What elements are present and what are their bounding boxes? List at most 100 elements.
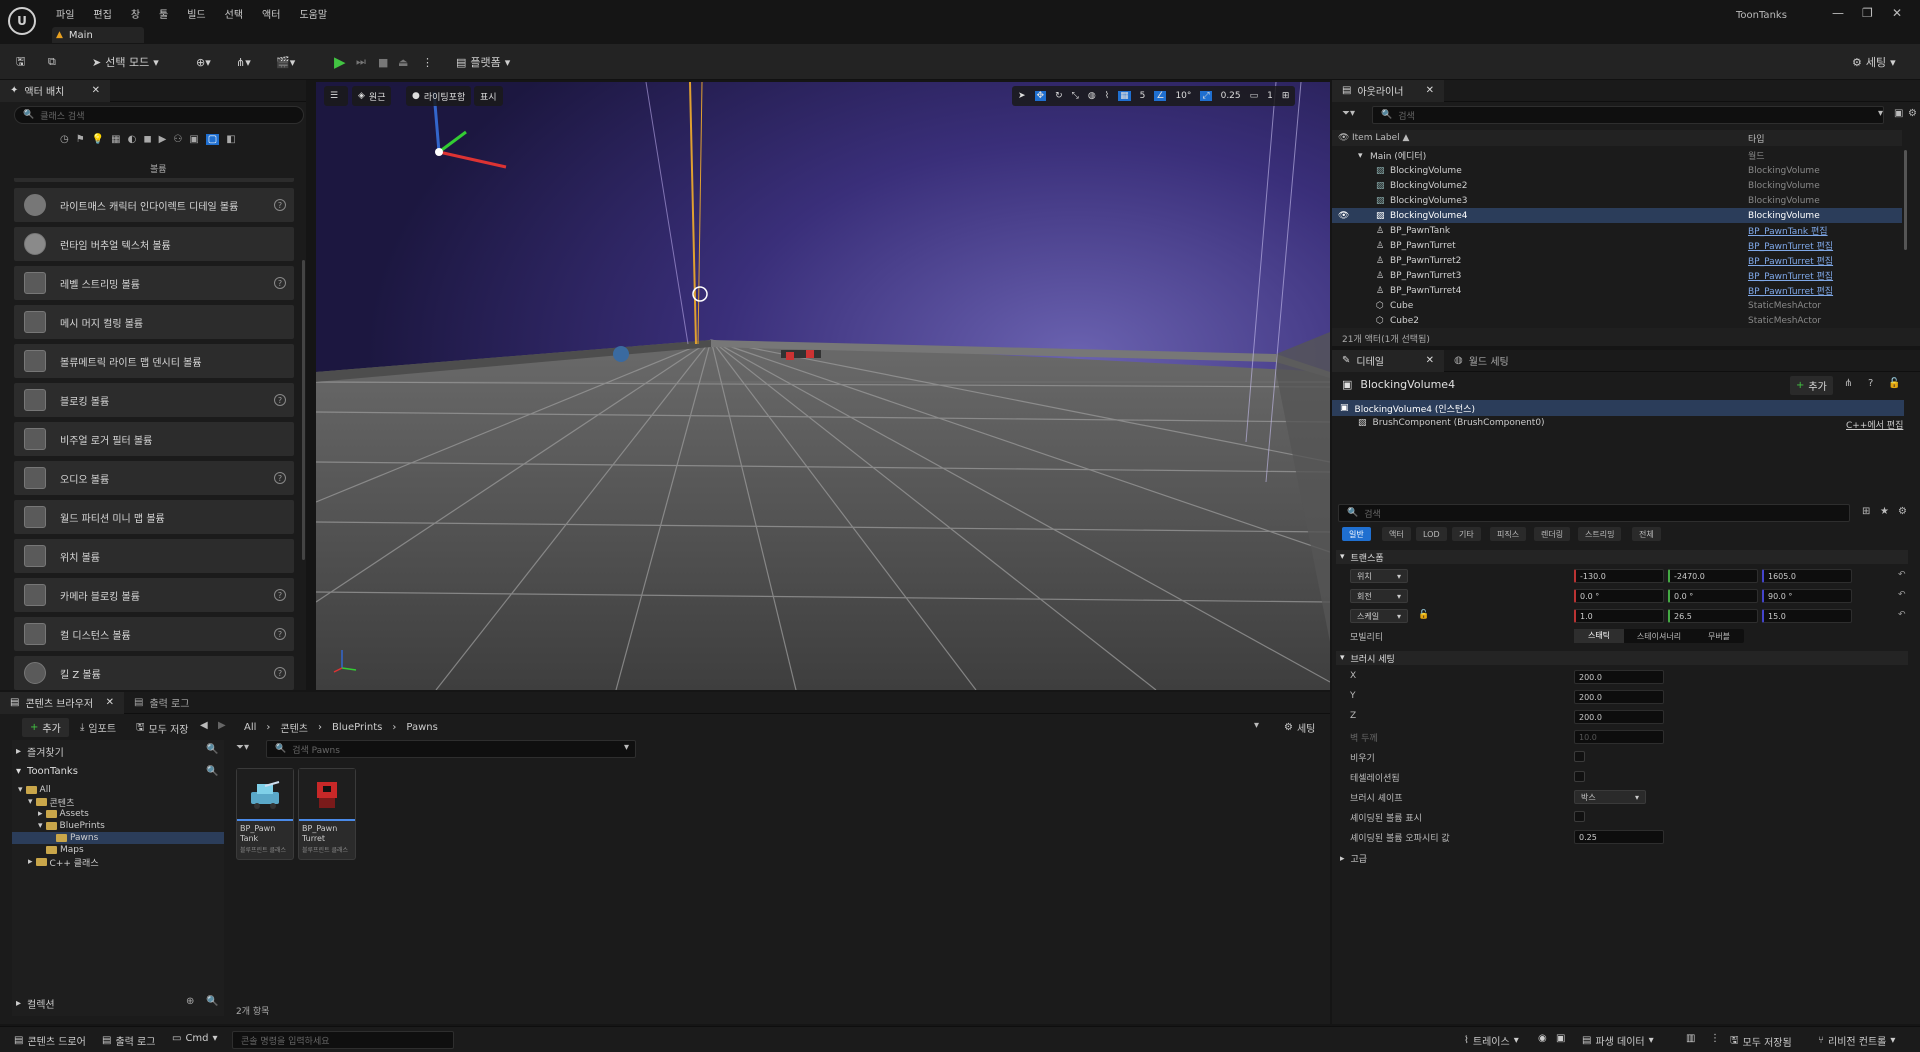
scale-snap-icon[interactable]: ⤢ (1200, 91, 1212, 101)
tab-place-actors[interactable]: ✦ 액터 배치 ✕ (0, 79, 110, 102)
tab-world-settings[interactable]: ◍ 월드 세팅 (1444, 350, 1519, 372)
class-search-input[interactable]: 🔍 클래스 검색 (14, 106, 304, 124)
outliner-row[interactable]: ▨ BlockingVolume2 BlockingVolume (1332, 178, 1902, 193)
actor-item-partial[interactable] (14, 178, 294, 182)
scale-icon[interactable]: ⤡ (1072, 91, 1079, 101)
edit-blueprint-link[interactable]: BP_PawnTurret 편집 (1748, 269, 1833, 282)
actor-item[interactable]: 킬 Z 볼륨? (14, 656, 294, 690)
derived-data-button[interactable]: ▤ 파생 데이터 ▾ (1582, 1033, 1654, 1048)
close-tab-icon[interactable]: ✕ (1426, 85, 1434, 96)
actor-item[interactable]: 레벨 스트리밍 볼륨? (14, 266, 294, 300)
menu-select[interactable]: 선택 (225, 6, 243, 21)
edit-blueprint-link[interactable]: BP_PawnTank 편집 (1748, 224, 1828, 237)
shapes-icon[interactable]: ▣ (189, 134, 198, 145)
breadcrumb-all[interactable]: All (244, 722, 256, 733)
camera-speed-value[interactable]: 1 (1267, 91, 1273, 101)
select-cursor-icon[interactable]: ➤ (1018, 91, 1026, 101)
reset-icon[interactable]: ↶ (1898, 570, 1906, 580)
reset-icon[interactable]: ↶ (1898, 590, 1906, 600)
cinematic-icon[interactable]: ▦ (111, 134, 120, 145)
component-row[interactable]: ▨ BrushComponent (BrushComponent0) (1358, 418, 1545, 428)
outliner-row[interactable]: ⬡ Cube2 StaticMeshActor (1332, 313, 1902, 328)
camera-speed-icon[interactable]: ▭ (1250, 91, 1259, 101)
menu-file[interactable]: 파일 (56, 6, 74, 21)
project-header[interactable]: ▾ ToonTanks (16, 766, 78, 777)
menu-tools[interactable]: 툴 (159, 6, 168, 21)
search-icon[interactable]: 🔍 (206, 744, 218, 755)
breadcrumb-blueprints[interactable]: BluePrints (332, 722, 382, 733)
help-icon[interactable]: ? (274, 394, 286, 406)
category-lod[interactable]: LOD (1416, 527, 1447, 541)
scale-x-field[interactable]: 1.0 (1574, 609, 1664, 623)
more-options-icon[interactable]: ⋮ (1710, 1033, 1720, 1044)
folder-add-icon[interactable]: ▣ (1894, 108, 1903, 119)
menu-actor[interactable]: 액터 (262, 6, 280, 21)
stats-icon[interactable]: ▥ (1686, 1033, 1695, 1044)
lock-scale-icon[interactable]: 🔓 (1418, 610, 1429, 620)
tab-output-log[interactable]: ▤ 출력 로그 (124, 692, 199, 714)
category-actor[interactable]: 액터 (1382, 527, 1411, 541)
tree-item-cpp[interactable]: ▸ C++ 클래스 (28, 856, 99, 869)
add-actor-button[interactable]: ⊕▾ (196, 52, 211, 72)
maximize-icon[interactable]: ❐ (1862, 6, 1873, 20)
hollow-checkbox[interactable] (1574, 751, 1585, 762)
actor-item[interactable]: 컬 디스턴스 볼륨? (14, 617, 294, 651)
more-icon[interactable]: ◧ (226, 134, 235, 145)
filter-icon[interactable]: ⏷▾ (1342, 108, 1355, 119)
gear-icon[interactable]: ⚙ (1898, 506, 1907, 517)
help-icon[interactable]: ? (274, 472, 286, 484)
lock-icon[interactable]: 🔓 (1888, 378, 1900, 389)
reset-icon[interactable]: ↶ (1898, 610, 1906, 620)
rotation-y-field[interactable]: 0.0 ° (1668, 589, 1758, 603)
outliner-row[interactable]: ♙ BP_PawnTurret4 BP_PawnTurret 편집 (1332, 283, 1902, 298)
angle-snap-icon[interactable]: ∠ (1154, 91, 1167, 101)
tree-item-all[interactable]: ▾ All (18, 784, 51, 796)
location-x-field[interactable]: -130.0 (1574, 569, 1664, 583)
save-status-button[interactable]: 🖫 모두 저장됨 (1730, 1033, 1792, 1050)
eject-icon[interactable]: ⏏ (398, 52, 408, 72)
help-icon[interactable]: ? (274, 277, 286, 289)
tree-item-pawns[interactable]: Pawns (12, 832, 224, 844)
search-icon[interactable]: 🔍 (206, 766, 218, 777)
output-log-button[interactable]: ▤ 출력 로그 (102, 1033, 155, 1048)
blueprint-icon[interactable]: ⋔ (1844, 378, 1852, 389)
details-search-input[interactable]: 🔍 검색 (1338, 504, 1850, 522)
add-content-button[interactable]: + 추가 (22, 718, 69, 737)
actor-item[interactable]: 비주얼 로거 필터 볼륨 (14, 422, 294, 456)
record-icon[interactable]: ◉ (1538, 1033, 1547, 1044)
move-icon[interactable]: ✥ (1034, 91, 1047, 101)
skip-icon[interactable]: ⏭ (356, 52, 366, 72)
scale-z-field[interactable]: 15.0 (1762, 609, 1852, 623)
viewport-menu-button[interactable]: ☰ (324, 86, 348, 106)
help-icon[interactable]: ? (274, 589, 286, 601)
actor-item[interactable]: 볼류메트릭 라이트 맵 덴시티 볼륨 (14, 344, 294, 378)
outliner-row[interactable]: ♙ BP_PawnTurret2 BP_PawnTurret 편집 (1332, 253, 1902, 268)
location-dropdown[interactable]: 위치 ▾ (1350, 569, 1408, 583)
outliner-row[interactable]: ♙ BP_PawnTurret3 BP_PawnTurret 편집 (1332, 268, 1902, 283)
star-icon[interactable]: ★ (1880, 506, 1889, 517)
platforms-button[interactable]: ▤ 플랫폼 ▾ (456, 52, 510, 72)
media-icon[interactable]: ▶ (159, 134, 167, 145)
display-shaded-checkbox[interactable] (1574, 811, 1585, 822)
stop-icon[interactable]: ■ (378, 52, 388, 72)
level-tab[interactable]: ▲ Main (52, 27, 144, 43)
show-button[interactable]: 표시 (474, 86, 503, 106)
shaded-opacity-field[interactable]: 0.25 (1574, 830, 1664, 844)
mobility-static[interactable]: 스태틱 (1574, 629, 1624, 643)
location-y-field[interactable]: -2470.0 (1668, 569, 1758, 583)
import-button[interactable]: ⤓ 임포트 (80, 720, 116, 735)
level-viewport[interactable]: ☰ ◈ 원근 ● 라이팅포함 표시 ➤ ✥ ↻ ⤡ ◍ ⌇ ▦ 5 ∠ 10° ⤢ … (316, 82, 1330, 690)
actor-item[interactable]: 메시 머지 컬링 볼륨 (14, 305, 294, 339)
help-icon[interactable]: ? (274, 667, 286, 679)
actor-item[interactable]: 위치 볼륨 (14, 539, 294, 573)
outliner-row-root[interactable]: ▾ Main (에디터) 월드 (1332, 148, 1902, 163)
chevron-down-icon[interactable]: ▾ (1254, 720, 1259, 731)
recent-icon[interactable]: ◷ (60, 134, 69, 145)
close-tab-icon[interactable]: ✕ (106, 697, 114, 708)
close-tab-icon[interactable]: ✕ (92, 85, 100, 96)
help-icon[interactable]: ? (274, 199, 286, 211)
location-z-field[interactable]: 1605.0 (1762, 569, 1852, 583)
filter-icon[interactable]: ⏷▾ (236, 742, 249, 753)
brush-x-field[interactable]: 200.0 (1574, 670, 1664, 684)
actor-item[interactable]: 오디오 볼륨? (14, 461, 294, 495)
